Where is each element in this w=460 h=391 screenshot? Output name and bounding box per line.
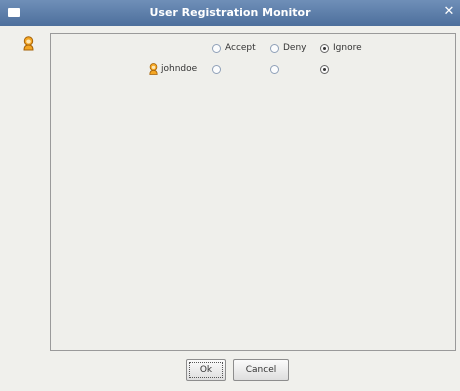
ignore-label: Ignore: [333, 43, 362, 53]
close-icon[interactable]: ✕: [442, 4, 456, 20]
user-row: johndoe: [51, 63, 455, 78]
accept-all-radio[interactable]: [212, 44, 221, 53]
user-icon: [23, 36, 34, 54]
cancel-button[interactable]: Cancel: [233, 359, 289, 381]
accept-label: Accept: [225, 43, 256, 53]
dialog-body: Accept Deny Ignore johndoe Ok Cancel: [0, 26, 460, 391]
user-list-panel: Accept Deny Ignore johndoe: [50, 33, 456, 351]
user-ignore-radio[interactable]: [320, 65, 329, 74]
deny-label: Deny: [283, 43, 307, 53]
dialog-window: User Registration Monitor ✕ Accept Deny …: [0, 0, 460, 391]
user-icon: [149, 63, 158, 78]
title-bar[interactable]: User Registration Monitor ✕: [0, 0, 460, 26]
ignore-all-radio[interactable]: [320, 44, 329, 53]
user-deny-radio[interactable]: [270, 65, 279, 74]
window-title: User Registration Monitor: [149, 6, 311, 19]
deny-all-radio[interactable]: [270, 44, 279, 53]
button-bar: Ok Cancel: [0, 357, 460, 383]
ok-button[interactable]: Ok: [186, 359, 226, 381]
user-name: johndoe: [161, 64, 198, 74]
options-header-row: Accept Deny Ignore: [51, 43, 455, 55]
user-accept-radio[interactable]: [212, 65, 221, 74]
